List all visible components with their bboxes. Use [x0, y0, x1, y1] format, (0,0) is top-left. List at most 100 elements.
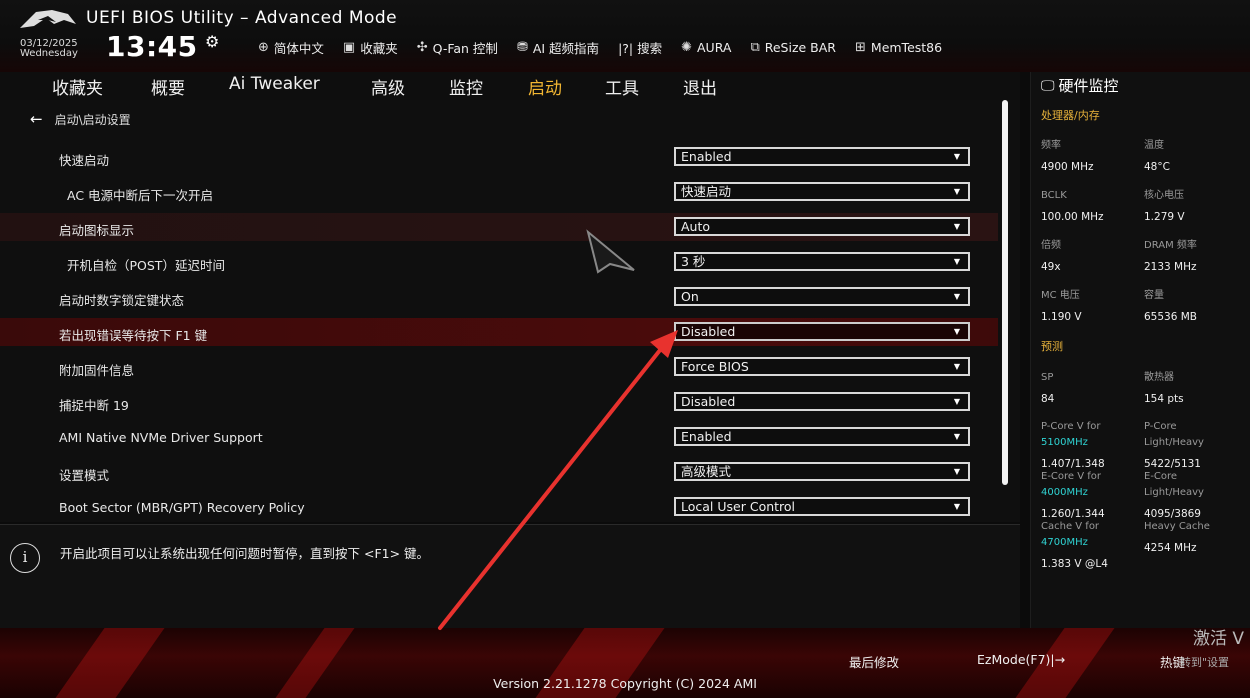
setting-row-int19[interactable]: 捕捉中断 19 Disabled ▼ [0, 388, 998, 416]
setting-dropdown[interactable]: Local User Control ▼ [674, 497, 970, 516]
setting-label: Boot Sector (MBR/GPT) Recovery Policy [59, 500, 305, 515]
setting-dropdown[interactable]: Auto ▼ [674, 217, 970, 236]
activation-watermark: 激活 V [1193, 629, 1245, 649]
hw-value: 1.190 V [1041, 311, 1082, 323]
setting-label: 启动时数字锁定键状态 [59, 293, 185, 308]
setting-row-boot-sector[interactable]: Boot Sector (MBR/GPT) Recovery Policy Lo… [0, 493, 998, 521]
dropdown-value: Disabled [681, 394, 736, 409]
hw-label: E-Core V for [1041, 471, 1102, 482]
breadcrumb: ← 启动\启动设置 [30, 110, 131, 128]
setting-dropdown[interactable]: 高级模式 ▼ [674, 462, 970, 481]
setting-row-fast-boot[interactable]: 快速启动 Enabled ▼ [0, 143, 998, 171]
setting-dropdown[interactable]: Enabled ▼ [674, 147, 970, 166]
hw-label: 核心电压 [1144, 190, 1184, 201]
caret-down-icon: ▼ [953, 292, 960, 301]
hw-value: 1.260/1.344 [1041, 508, 1105, 520]
setting-label: 开机自检（POST）延迟时间 [67, 258, 225, 273]
hw-label: Light/Heavy [1144, 487, 1204, 498]
hardware-monitor-panel: 🖵 硬件监控 处理器/内存 频率 4900 MHz 温度 48°C BCLK 10… [1030, 72, 1250, 628]
app-title: UEFI BIOS Utility – Advanced Mode [86, 8, 398, 28]
hw-label: Cache V for [1041, 521, 1100, 532]
caret-down-icon: ▼ [953, 502, 960, 511]
hw-label: P-Core [1144, 421, 1177, 432]
toolbar-label: ReSize BAR [764, 39, 836, 55]
tab-tool[interactable]: 工具 [605, 74, 639, 99]
caret-down-icon: ▼ [953, 187, 960, 196]
toolbar-resize-bar[interactable]: ⧉ ReSize BAR [750, 38, 836, 56]
scrollbar-thumb[interactable] [1002, 100, 1008, 485]
toolbar-aura[interactable]: ✺ AURA [681, 38, 731, 56]
hw-label: 倍频 [1041, 240, 1061, 251]
back-arrow-icon[interactable]: ← [30, 110, 43, 128]
setting-label: AMI Native NVMe Driver Support [59, 430, 263, 445]
setting-label: 启动图标显示 [59, 223, 135, 238]
setting-row-setup-mode[interactable]: 设置模式 高级模式 ▼ [0, 458, 998, 486]
setting-row-boot-logo[interactable]: 启动图标显示 Auto ▼ [0, 213, 998, 241]
scrollbar[interactable] [1001, 100, 1009, 485]
gear-icon[interactable]: ⚙ [205, 32, 219, 51]
dropdown-value: Auto [681, 219, 711, 234]
monitor-icon: 🖵 [1041, 77, 1055, 94]
setting-label: 若出现错误等待按下 F1 键 [59, 328, 208, 343]
setting-row-ac-power[interactable]: AC 电源中断后下一次开启 快速启动 ▼ [0, 178, 998, 206]
toolbar-label: AURA [697, 39, 732, 55]
dropdown-value: On [681, 289, 699, 304]
setting-label: AC 电源中断后下一次开启 [67, 188, 214, 203]
setting-dropdown[interactable]: Disabled ▼ [674, 322, 970, 341]
hw-value: 100.00 MHz [1041, 211, 1104, 223]
tab-monitor[interactable]: 监控 [449, 74, 483, 99]
hw-value: 1.279 V [1144, 211, 1185, 223]
hw-label: Heavy Cache [1144, 521, 1210, 532]
toolbar-label: AI 超频指南 [532, 40, 600, 56]
tab-ai-tweaker[interactable]: Ai Tweaker [229, 74, 320, 94]
caret-down-icon: ▼ [953, 152, 960, 161]
dropdown-value: 3 秒 [681, 254, 706, 269]
toolbar-qfan[interactable]: ✣ Q-Fan 控制 [417, 38, 498, 56]
toolbar-memtest[interactable]: ⊞ MemTest86 [855, 38, 942, 56]
setting-label: 捕捉中断 19 [59, 398, 129, 413]
resize-bar-icon: ⧉ [750, 39, 760, 55]
activation-watermark-sub: 转到"设置 [1180, 656, 1230, 669]
hw-label: 散热器 [1144, 372, 1174, 383]
toolbar-ai-oc[interactable]: ⛃ AI 超频指南 [517, 38, 599, 56]
tab-overview[interactable]: 概要 [151, 74, 185, 99]
caret-down-icon: ▼ [953, 432, 960, 441]
setting-dropdown[interactable]: On ▼ [674, 287, 970, 306]
hw-label: Light/Heavy [1144, 437, 1204, 448]
tab-advanced[interactable]: 高级 [371, 74, 405, 99]
setting-dropdown[interactable]: Disabled ▼ [674, 392, 970, 411]
tab-exit[interactable]: 退出 [683, 74, 717, 99]
hw-label: 容量 [1144, 290, 1164, 301]
tab-bar: 收藏夹 概要 Ai Tweaker 高级 监控 启动 工具 退出 [0, 72, 1020, 100]
hw-label: BCLK [1041, 190, 1067, 201]
help-text: 开启此项目可以让系统出现任何问题时暂停，直到按下 <F1> 键。 [60, 546, 430, 561]
caret-down-icon: ▼ [953, 467, 960, 476]
caret-down-icon: ▼ [953, 327, 960, 336]
hw-freq: 4000MHz [1041, 487, 1088, 498]
toolbar-language[interactable]: ⊕ 简体中文 [258, 38, 324, 56]
toolbar-label: Q-Fan 控制 [432, 40, 498, 56]
setting-row-nvme-driver[interactable]: AMI Native NVMe Driver Support Enabled ▼ [0, 423, 998, 451]
dropdown-value: Disabled [681, 324, 736, 339]
setting-row-post-delay[interactable]: 开机自检（POST）延迟时间 3 秒 ▼ [0, 248, 998, 276]
setting-row-numlock[interactable]: 启动时数字锁定键状态 On ▼ [0, 283, 998, 311]
last-modified-button[interactable]: 最后修改 [849, 652, 899, 671]
setting-dropdown[interactable]: 快速启动 ▼ [674, 182, 970, 201]
hw-value: 4095/3869 [1144, 508, 1201, 520]
setting-row-wait-f1[interactable]: 若出现错误等待按下 F1 键 Disabled ▼ [0, 318, 998, 346]
setting-dropdown[interactable]: 3 秒 ▼ [674, 252, 970, 271]
toolbar-favorites[interactable]: ▣ 收藏夹 [343, 38, 398, 56]
setting-row-firmware-info[interactable]: 附加固件信息 Force BIOS ▼ [0, 353, 998, 381]
dropdown-value: 高级模式 [681, 464, 732, 479]
hw-label: 频率 [1041, 140, 1061, 151]
hw-label: DRAM 频率 [1144, 240, 1197, 251]
dropdown-value: Local User Control [681, 499, 796, 514]
setting-dropdown[interactable]: Force BIOS ▼ [674, 357, 970, 376]
tab-favorites[interactable]: 收藏夹 [52, 74, 103, 99]
toolbar-search[interactable]: |?| 搜索 [618, 38, 662, 56]
toolbar-label: |?| 搜索 [618, 40, 663, 56]
setting-dropdown[interactable]: Enabled ▼ [674, 427, 970, 446]
hw-value: 5422/5131 [1144, 458, 1201, 470]
ezmode-button[interactable]: EzMode(F7)|→ [977, 652, 1065, 667]
tab-boot[interactable]: 启动 [528, 74, 562, 99]
